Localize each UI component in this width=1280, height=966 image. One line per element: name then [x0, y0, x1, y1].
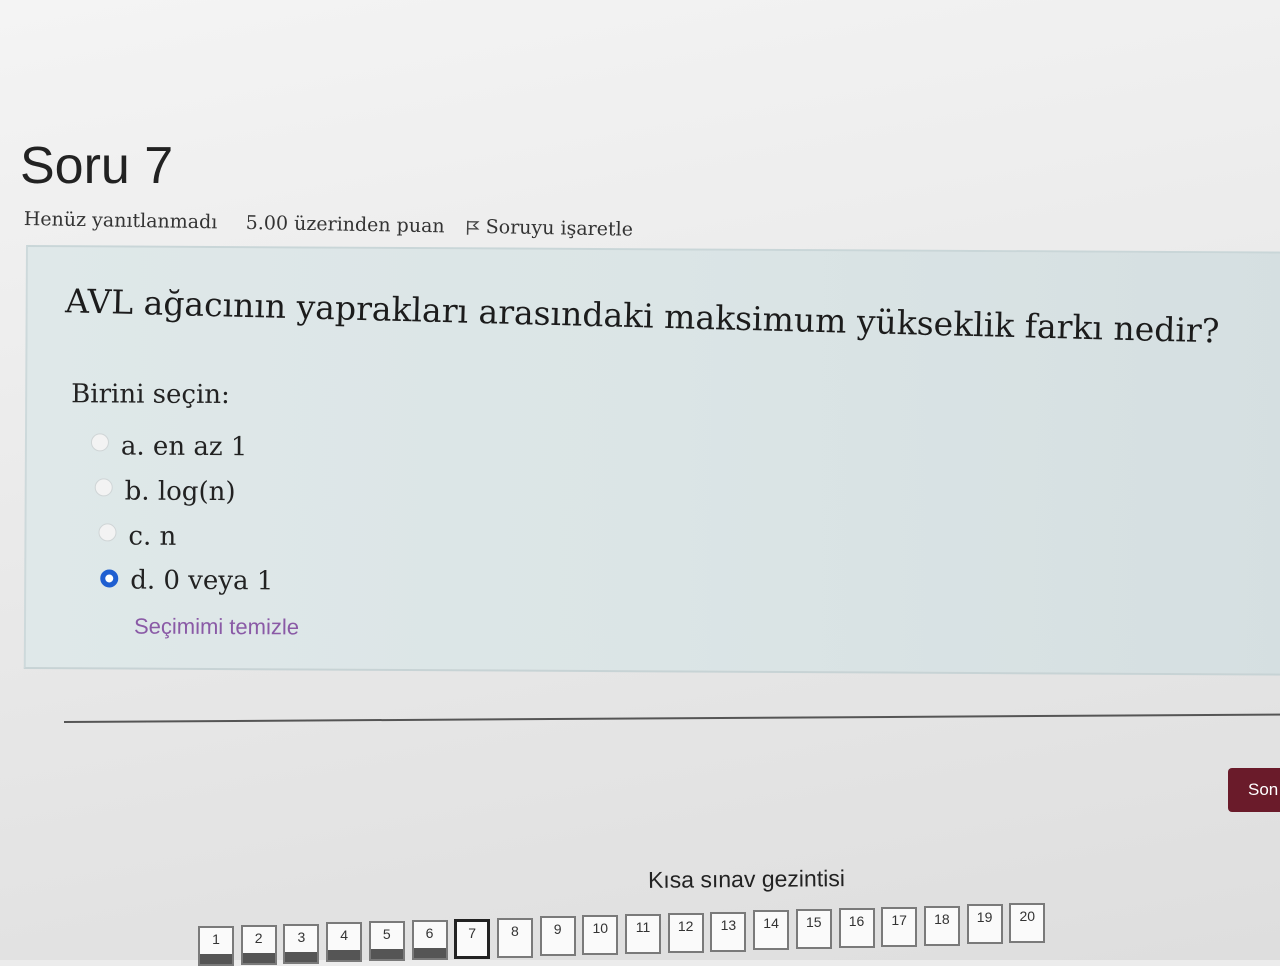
quiz-nav-button-13[interactable]: 13 — [710, 912, 746, 952]
quiz-nav-button-7[interactable]: 7 — [454, 919, 490, 959]
quiz-nav-button-20[interactable]: 20 — [1009, 903, 1045, 943]
quiz-nav-button-17[interactable]: 17 — [881, 907, 917, 947]
quiz-nav-button-12[interactable]: 12 — [668, 913, 704, 953]
quiz-nav-button-19[interactable]: 19 — [967, 904, 1003, 944]
quiz-nav-button-5[interactable]: 5 — [369, 921, 405, 961]
quiz-nav-button-1[interactable]: 1 — [198, 926, 234, 966]
quiz-nav-button-18[interactable]: 18 — [924, 906, 960, 946]
quiz-nav-button-14[interactable]: 14 — [753, 910, 789, 950]
quiz-nav-button-10[interactable]: 10 — [582, 915, 618, 955]
quiz-nav-button-3[interactable]: 3 — [283, 924, 319, 964]
quiz-nav-button-6[interactable]: 6 — [412, 920, 448, 960]
quiz-navigation: 1234567891011121314151617181920 — [0, 0, 1280, 960]
quiz-nav-button-8[interactable]: 8 — [497, 918, 533, 958]
quiz-nav-button-9[interactable]: 9 — [540, 916, 576, 956]
quiz-nav-button-4[interactable]: 4 — [326, 922, 362, 962]
quiz-nav-button-2[interactable]: 2 — [241, 925, 277, 965]
quiz-nav-button-16[interactable]: 16 — [839, 908, 875, 948]
quiz-nav-button-15[interactable]: 15 — [796, 909, 832, 949]
quiz-nav-button-11[interactable]: 11 — [625, 914, 661, 954]
